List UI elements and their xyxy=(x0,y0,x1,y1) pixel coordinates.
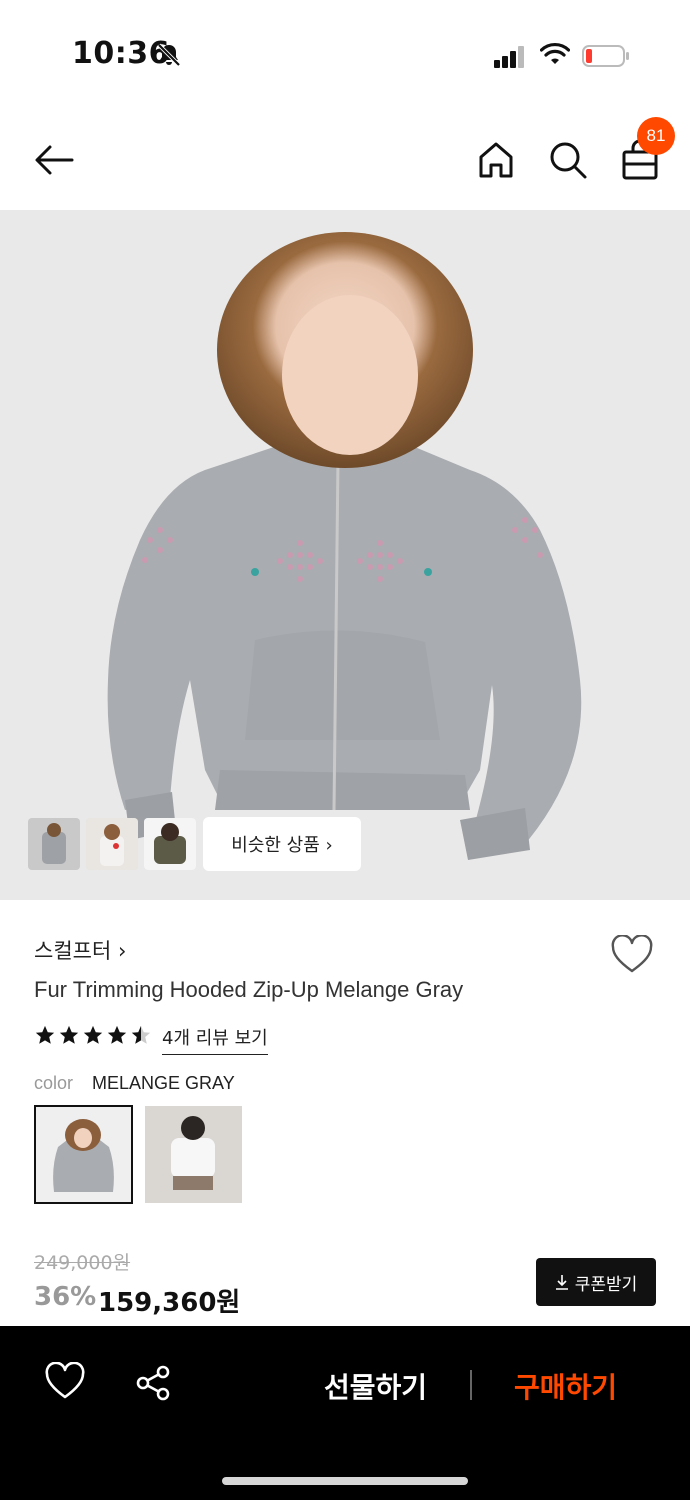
star-half-icon xyxy=(131,1025,151,1044)
back-arrow-icon[interactable] xyxy=(32,138,76,182)
wishlist-heart-icon[interactable] xyxy=(610,935,654,975)
star-full-icon xyxy=(59,1025,79,1044)
color-value: MELANGE GRAY xyxy=(92,1073,235,1093)
bell-slash-icon xyxy=(157,43,181,67)
coupon-button[interactable]: 쿠폰받기 xyxy=(536,1258,656,1306)
gift-button[interactable]: 선물하기 xyxy=(324,1366,427,1406)
star-full-icon xyxy=(83,1025,103,1044)
star-full-icon xyxy=(107,1025,127,1044)
color-swatch-selected[interactable] xyxy=(34,1105,133,1204)
color-label: color xyxy=(34,1073,74,1093)
home-icon[interactable] xyxy=(474,138,518,182)
cart-count-badge: 81 xyxy=(637,117,675,155)
brand-name: 스컬프터 › xyxy=(34,939,127,963)
wifi-icon xyxy=(540,43,570,64)
product-image[interactable] xyxy=(0,210,690,900)
search-icon[interactable] xyxy=(546,138,590,182)
original-price: 249,000원 xyxy=(34,1252,131,1274)
battery-low-icon xyxy=(582,45,629,67)
similar-thumb[interactable] xyxy=(86,818,138,870)
review-link[interactable]: 4개 리뷰 보기 xyxy=(162,1024,268,1055)
share-icon[interactable] xyxy=(134,1364,172,1402)
bottom-action-bar: 선물하기 구매하기 xyxy=(0,1326,690,1500)
sale-price: 159,360원 xyxy=(98,1288,241,1318)
brand-link[interactable]: 스컬프터 › xyxy=(34,935,126,965)
rating-stars xyxy=(34,1024,152,1046)
similar-thumbnails xyxy=(28,818,196,872)
hoodie-illustration xyxy=(107,232,582,860)
home-indicator xyxy=(222,1477,468,1485)
similar-products-button[interactable]: 비슷한 상품 › xyxy=(203,817,361,871)
buy-button[interactable]: 구매하기 xyxy=(514,1366,617,1406)
similar-thumb[interactable] xyxy=(144,818,196,870)
download-icon xyxy=(555,1275,568,1290)
star-full-icon xyxy=(35,1025,55,1044)
coupon-label: 쿠폰받기 xyxy=(574,1274,638,1295)
product-title: Fur Trimming Hooded Zip-Up Melange Gray xyxy=(34,977,464,1002)
app-header xyxy=(0,108,690,210)
divider xyxy=(470,1370,472,1400)
similar-thumb[interactable] xyxy=(28,818,80,870)
discount-rate: 36% xyxy=(34,1282,97,1312)
status-bar: 10:36 xyxy=(0,0,690,108)
signal-icon xyxy=(494,46,524,68)
color-swatch[interactable] xyxy=(145,1106,242,1203)
similar-products-label: 비슷한 상품 › xyxy=(231,835,333,856)
heart-icon[interactable] xyxy=(44,1362,86,1402)
